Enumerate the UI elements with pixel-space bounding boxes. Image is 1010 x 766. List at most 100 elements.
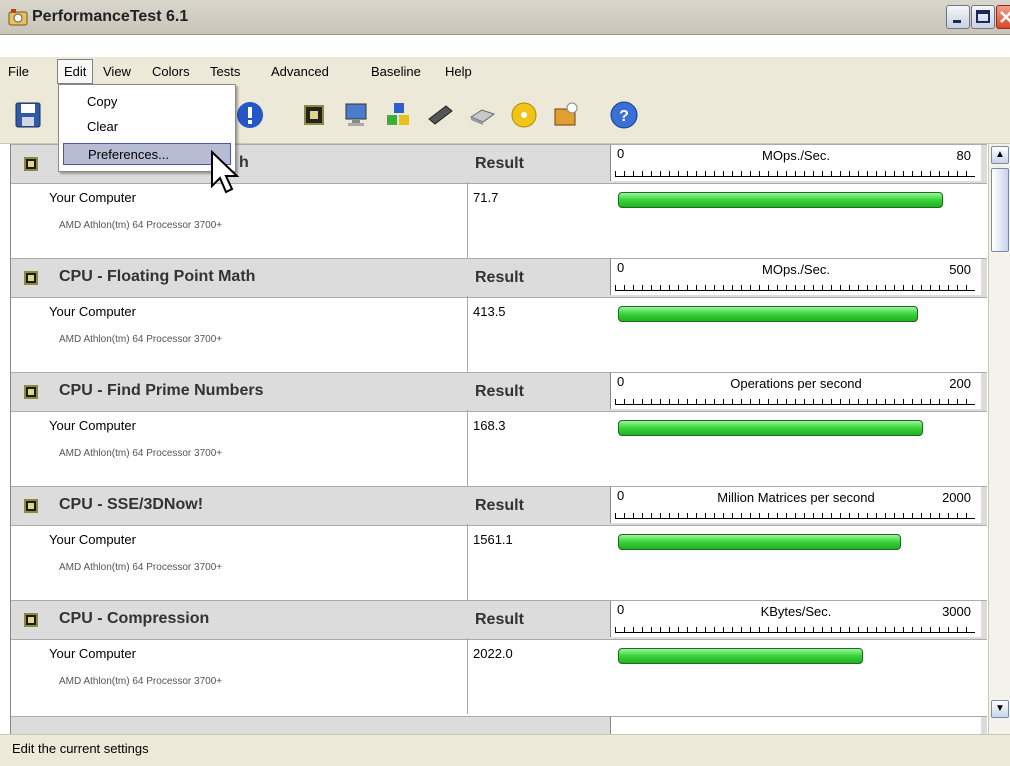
run-icon[interactable]	[236, 101, 264, 129]
cd-icon[interactable]	[510, 101, 538, 129]
vertical-scrollbar[interactable]: ▲ ▼	[988, 144, 1010, 734]
memory-icon[interactable]	[426, 101, 454, 129]
menu-tests[interactable]: Tests	[210, 64, 240, 79]
result-bar	[618, 420, 923, 436]
title-bar: PerformanceTest 6.1	[0, 0, 1010, 35]
result-bar	[618, 306, 918, 322]
test-header-row[interactable]: CPU - SSE/3DNow! Result 0 Million Matrices …	[11, 486, 987, 526]
menu-edit[interactable]: Edit	[57, 59, 94, 84]
result-bar	[618, 648, 863, 664]
scale-unit: KBytes/Sec.	[760, 604, 832, 619]
scale-header	[610, 717, 981, 734]
maximize-icon	[976, 10, 990, 23]
scale-unit: Operations per second	[730, 376, 862, 391]
cpu-chip-icon	[24, 613, 38, 627]
maximize-button[interactable]	[971, 5, 995, 29]
result-value: 168.3	[473, 418, 506, 433]
status-text: Edit the current settings	[12, 741, 149, 756]
menu-view[interactable]: View	[103, 64, 131, 79]
scale-header: 0 MOps./Sec. 500	[610, 259, 981, 295]
cpu-chip-icon	[24, 385, 38, 399]
column-divider	[467, 524, 468, 600]
scroll-thumb[interactable]	[991, 168, 1009, 252]
app-icon	[8, 9, 28, 26]
scale-header: 0 KBytes/Sec. 3000	[610, 601, 981, 637]
menu-item-clear[interactable]: Clear	[63, 116, 231, 138]
scale-max: 80	[956, 148, 971, 163]
scroll-down-button[interactable]: ▼	[991, 700, 1009, 718]
mouse-cursor-icon	[211, 150, 240, 194]
scale-max: 3000	[942, 604, 971, 619]
test-name: CPU - Compression	[59, 610, 210, 627]
scale-header: 0 Operations per second 200	[610, 373, 981, 409]
result-column-header: Result	[475, 269, 524, 286]
disk-icon[interactable]	[468, 101, 496, 129]
scale-ticks	[615, 171, 975, 177]
help-icon[interactable]: ?	[610, 101, 638, 129]
result-column-header: Result	[475, 497, 524, 514]
3d-icon[interactable]	[552, 101, 580, 129]
computer-name: Your Computer	[49, 646, 136, 661]
save-icon[interactable]	[14, 101, 42, 129]
scale-ticks	[615, 285, 975, 291]
computer-name: Your Computer	[49, 190, 136, 205]
status-bar: Edit the current settings	[0, 734, 1010, 766]
computer-name: Your Computer	[49, 532, 136, 547]
cpu-description: AMD Athlon(tm) 64 Processor 3700+	[59, 334, 223, 345]
menu-help[interactable]: Help	[445, 64, 472, 79]
result-bar	[618, 192, 943, 208]
cpu-description: AMD Athlon(tm) 64 Processor 3700+	[59, 676, 223, 687]
menu-colors[interactable]: Colors	[152, 64, 190, 79]
column-divider	[467, 182, 468, 258]
scale-ticks	[615, 399, 975, 405]
result-column-header: Result	[475, 383, 524, 400]
menu-advanced[interactable]: Advanced	[271, 64, 329, 79]
result-value: 1561.1	[473, 532, 513, 547]
test-name: CPU - Find Prime Numbers	[59, 382, 264, 399]
column-divider	[467, 638, 468, 714]
column-divider	[467, 296, 468, 372]
computer-name: Your Computer	[49, 418, 136, 433]
menu-item-copy[interactable]: Copy	[63, 91, 231, 113]
scale-ticks	[615, 627, 975, 633]
cpu-description: AMD Athlon(tm) 64 Processor 3700+	[59, 448, 223, 459]
menu-item-preferences[interactable]: Preferences...	[63, 143, 231, 165]
scale-max: 500	[949, 262, 971, 277]
cpu-icon[interactable]	[300, 101, 328, 129]
test-name: CPU - Floating Point Math	[59, 268, 256, 285]
column-divider	[467, 410, 468, 486]
test-header-row[interactable]: CPU - Find Prime Numbers Result 0 Operation…	[11, 372, 987, 412]
scale-max: 200	[949, 376, 971, 391]
menu-baseline[interactable]: Baseline	[371, 64, 421, 79]
scale-ticks	[615, 513, 975, 519]
minimize-button[interactable]	[946, 5, 970, 29]
scroll-up-button[interactable]: ▲	[991, 146, 1009, 164]
monitor-icon[interactable]	[342, 101, 370, 129]
scale-unit: MOps./Sec.	[762, 148, 830, 163]
svg-text:?: ?	[619, 108, 629, 125]
result-column-header: Result	[475, 611, 524, 628]
result-value: 71.7	[473, 190, 499, 205]
minimize-icon	[953, 20, 961, 23]
scale-max: 2000	[942, 490, 971, 505]
computer-name: Your Computer	[49, 304, 136, 319]
cpu-description: AMD Athlon(tm) 64 Processor 3700+	[59, 562, 223, 573]
result-column-header: Result	[475, 155, 524, 172]
menu-file[interactable]: File	[8, 64, 29, 79]
cpu-chip-icon	[24, 271, 38, 285]
test-header-row-partial[interactable]	[11, 716, 987, 734]
window-title: PerformanceTest 6.1	[32, 8, 189, 25]
result-value: 413.5	[473, 304, 506, 319]
scale-unit: Million Matrices per second	[717, 490, 875, 505]
test-header-row[interactable]: CPU - Compression Result 0 KBytes/Sec. 3000	[11, 600, 987, 640]
cpu-chip-icon	[24, 157, 38, 171]
scale-unit: MOps./Sec.	[762, 262, 830, 277]
cpu-description: AMD Athlon(tm) 64 Processor 3700+	[59, 220, 223, 231]
test-name: CPU - SSE/3DNow!	[59, 496, 204, 513]
close-icon	[1000, 11, 1010, 23]
blocks-icon[interactable]	[384, 101, 412, 129]
scale-header: 0 Million Matrices per second 2000	[610, 487, 981, 523]
test-header-row[interactable]: CPU - Floating Point Math Result 0 MOps./Se…	[11, 258, 987, 298]
result-value: 2022.0	[473, 646, 513, 661]
close-button[interactable]	[996, 5, 1010, 29]
